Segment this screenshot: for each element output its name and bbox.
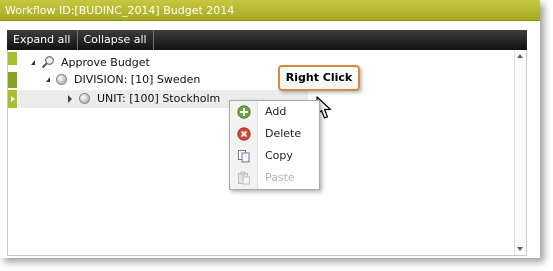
row-pointer-icon bbox=[11, 96, 15, 102]
expand-all-button[interactable]: Expand all bbox=[7, 30, 78, 50]
collapse-arrow-icon[interactable] bbox=[31, 59, 35, 65]
menu-item-label: Add bbox=[265, 105, 287, 118]
menu-item-paste[interactable]: Paste bbox=[230, 168, 319, 188]
menu-item-label: Paste bbox=[265, 171, 295, 184]
row-marker bbox=[8, 52, 17, 65]
tree-node-label: DIVISION: [10] Sweden bbox=[74, 73, 201, 86]
right-click-callout: Right Click bbox=[278, 65, 360, 91]
tree-node-label: UNIT: [100] Stockholm bbox=[97, 92, 221, 105]
expand-arrow-icon[interactable] bbox=[68, 94, 72, 103]
row-marker bbox=[8, 72, 17, 88]
tree-node-label: Approve Budget bbox=[61, 55, 150, 69]
collapse-all-button[interactable]: Collapse all bbox=[78, 30, 154, 50]
scroll-up-icon[interactable] bbox=[517, 54, 523, 58]
vertical-scrollbar[interactable] bbox=[514, 50, 526, 255]
context-menu: Add Delete Copy Paste bbox=[229, 100, 320, 190]
tree-node-unit-stockholm[interactable]: UNIT: [100] Stockholm bbox=[68, 92, 220, 105]
tree-toolbar: Expand all Collapse all bbox=[7, 30, 527, 50]
scroll-down-icon[interactable] bbox=[517, 247, 523, 251]
paste-icon bbox=[238, 171, 250, 185]
add-icon bbox=[237, 105, 251, 119]
window-title: Workflow ID:[BUDINC_2014] Budget 2014 bbox=[0, 0, 540, 21]
delete-icon bbox=[237, 127, 251, 141]
menu-item-delete[interactable]: Delete bbox=[230, 124, 319, 144]
menu-item-label: Copy bbox=[265, 149, 293, 162]
tree-node-approve-budget[interactable]: Approve Budget bbox=[31, 55, 150, 69]
tree-node-division-sweden[interactable]: DIVISION: [10] Sweden bbox=[46, 73, 200, 86]
menu-item-add[interactable]: Add bbox=[230, 102, 319, 122]
magnifier-icon bbox=[41, 56, 54, 69]
copy-icon bbox=[238, 150, 250, 163]
status-circle-icon bbox=[79, 93, 90, 104]
menu-item-label: Delete bbox=[265, 127, 302, 140]
collapse-arrow-icon[interactable] bbox=[46, 77, 50, 82]
menu-item-copy[interactable]: Copy bbox=[230, 146, 319, 166]
status-circle-icon bbox=[56, 74, 67, 85]
